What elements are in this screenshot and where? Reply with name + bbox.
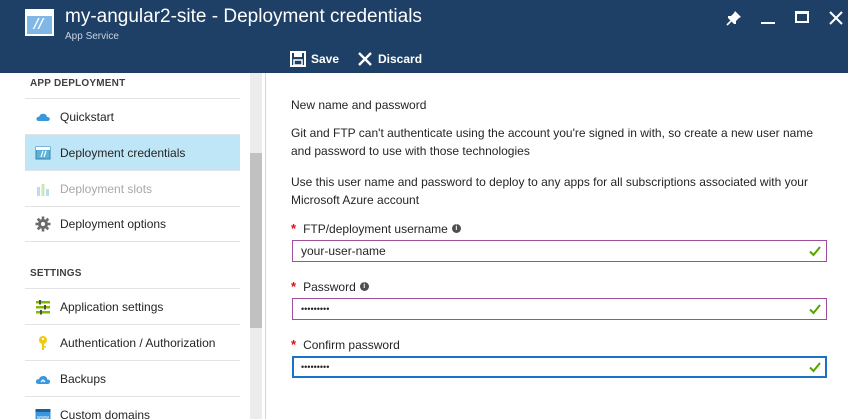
svg-text:www: www <box>37 415 49 419</box>
password-input[interactable] <box>301 300 808 318</box>
save-button[interactable]: Save <box>290 50 339 68</box>
minimize-icon[interactable] <box>759 8 779 28</box>
menu-item-label: Backups <box>60 371 107 386</box>
password-field[interactable] <box>292 298 827 320</box>
cloud-icon <box>35 109 51 125</box>
required-marker: * <box>291 279 297 294</box>
key-icon <box>35 335 51 351</box>
form-description-1: Git and FTP can't authenticate using the… <box>291 126 813 158</box>
valid-check-icon <box>808 360 822 374</box>
confirm-password-input[interactable] <box>301 358 808 376</box>
confirm-password-label: Confirm password <box>303 337 400 352</box>
menu-item-deployment-options[interactable]: Deployment options <box>25 206 240 242</box>
credentials-icon <box>35 145 51 161</box>
info-icon[interactable]: i <box>359 282 369 291</box>
username-label: FTP/deployment username <box>303 221 448 236</box>
backup-cloud-icon <box>35 371 51 387</box>
menu-item-custom-domains[interactable]: www Custom domains <box>25 396 240 419</box>
menu-item-label: Authentication / Authorization <box>60 335 216 350</box>
close-icon[interactable] <box>826 8 846 28</box>
blade-subtitle: App Service <box>65 31 119 42</box>
password-label-row: * Password i <box>291 279 369 294</box>
app-service-icon: // <box>25 9 54 36</box>
discard-icon <box>358 52 372 66</box>
form-heading: New name and password <box>291 98 427 112</box>
www-icon: www <box>35 407 51 419</box>
password-label: Password <box>303 279 356 294</box>
required-marker: * <box>291 337 297 352</box>
menu-item-label: Application settings <box>60 299 164 314</box>
menu-item-label: Deployment credentials <box>60 145 186 160</box>
save-label: Save <box>311 52 340 66</box>
menu-item-deployment-credentials[interactable]: Deployment credentials <box>25 134 240 170</box>
section-header-settings: SETTINGS <box>30 268 82 279</box>
blade-header: // my-angular2-site - Deployment credent… <box>0 0 848 73</box>
form-description-2: Use this user name and password to deplo… <box>291 175 808 207</box>
menu-item-authentication[interactable]: Authentication / Authorization <box>25 324 240 360</box>
credentials-form: New name and password Git and FTP can't … <box>267 73 848 419</box>
menu-scrollbar-thumb[interactable] <box>250 153 262 328</box>
save-icon <box>290 51 306 67</box>
username-field[interactable] <box>292 240 827 262</box>
confirm-password-field[interactable] <box>292 356 827 378</box>
valid-check-icon <box>808 244 822 258</box>
required-marker: * <box>291 221 297 236</box>
discard-label: Discard <box>378 52 423 66</box>
pin-icon[interactable] <box>724 8 744 28</box>
username-label-row: * FTP/deployment username i <box>291 221 461 236</box>
menu-item-deployment-slots[interactable]: Deployment slots <box>25 170 240 206</box>
slots-icon <box>35 181 51 197</box>
menu-item-label: Deployment options <box>60 217 167 231</box>
blade-title: my-angular2-site - Deployment credential… <box>65 6 422 27</box>
valid-check-icon <box>808 302 822 316</box>
confirm-password-label-row: * Confirm password <box>291 337 400 352</box>
resource-menu: APP DEPLOYMENT Quickstart Deployment cre… <box>0 73 266 419</box>
discard-button[interactable]: Discard <box>357 50 422 68</box>
menu-item-label: Custom domains <box>60 407 151 419</box>
info-icon[interactable]: i <box>451 224 461 233</box>
section-header-app-deployment: APP DEPLOYMENT <box>30 78 126 89</box>
maximize-icon[interactable] <box>793 8 813 28</box>
gear-icon <box>35 216 51 232</box>
menu-item-label: Deployment slots <box>60 181 153 196</box>
menu-item-application-settings[interactable]: Application settings <box>25 288 240 324</box>
menu-item-backups[interactable]: Backups <box>25 360 240 396</box>
settings-list-icon <box>35 299 51 315</box>
menu-item-quickstart[interactable]: Quickstart <box>25 98 240 134</box>
menu-item-label: Quickstart <box>60 109 115 124</box>
username-input[interactable] <box>301 242 808 260</box>
